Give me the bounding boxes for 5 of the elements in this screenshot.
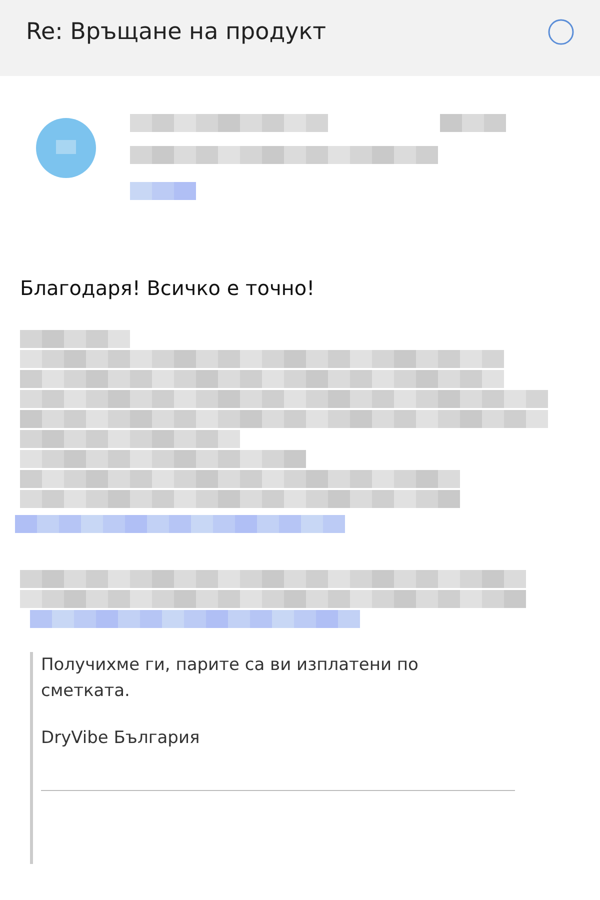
email-subject: Re: Връщане на продукт bbox=[26, 19, 326, 45]
quoted-text: Получихме ги, парите са ви изплатени по сметката. bbox=[41, 654, 420, 703]
circle-icon[interactable] bbox=[548, 19, 574, 45]
signature: DryVibe България bbox=[41, 728, 201, 748]
message-text: Благодаря! Всичко е точно! bbox=[19, 275, 316, 302]
